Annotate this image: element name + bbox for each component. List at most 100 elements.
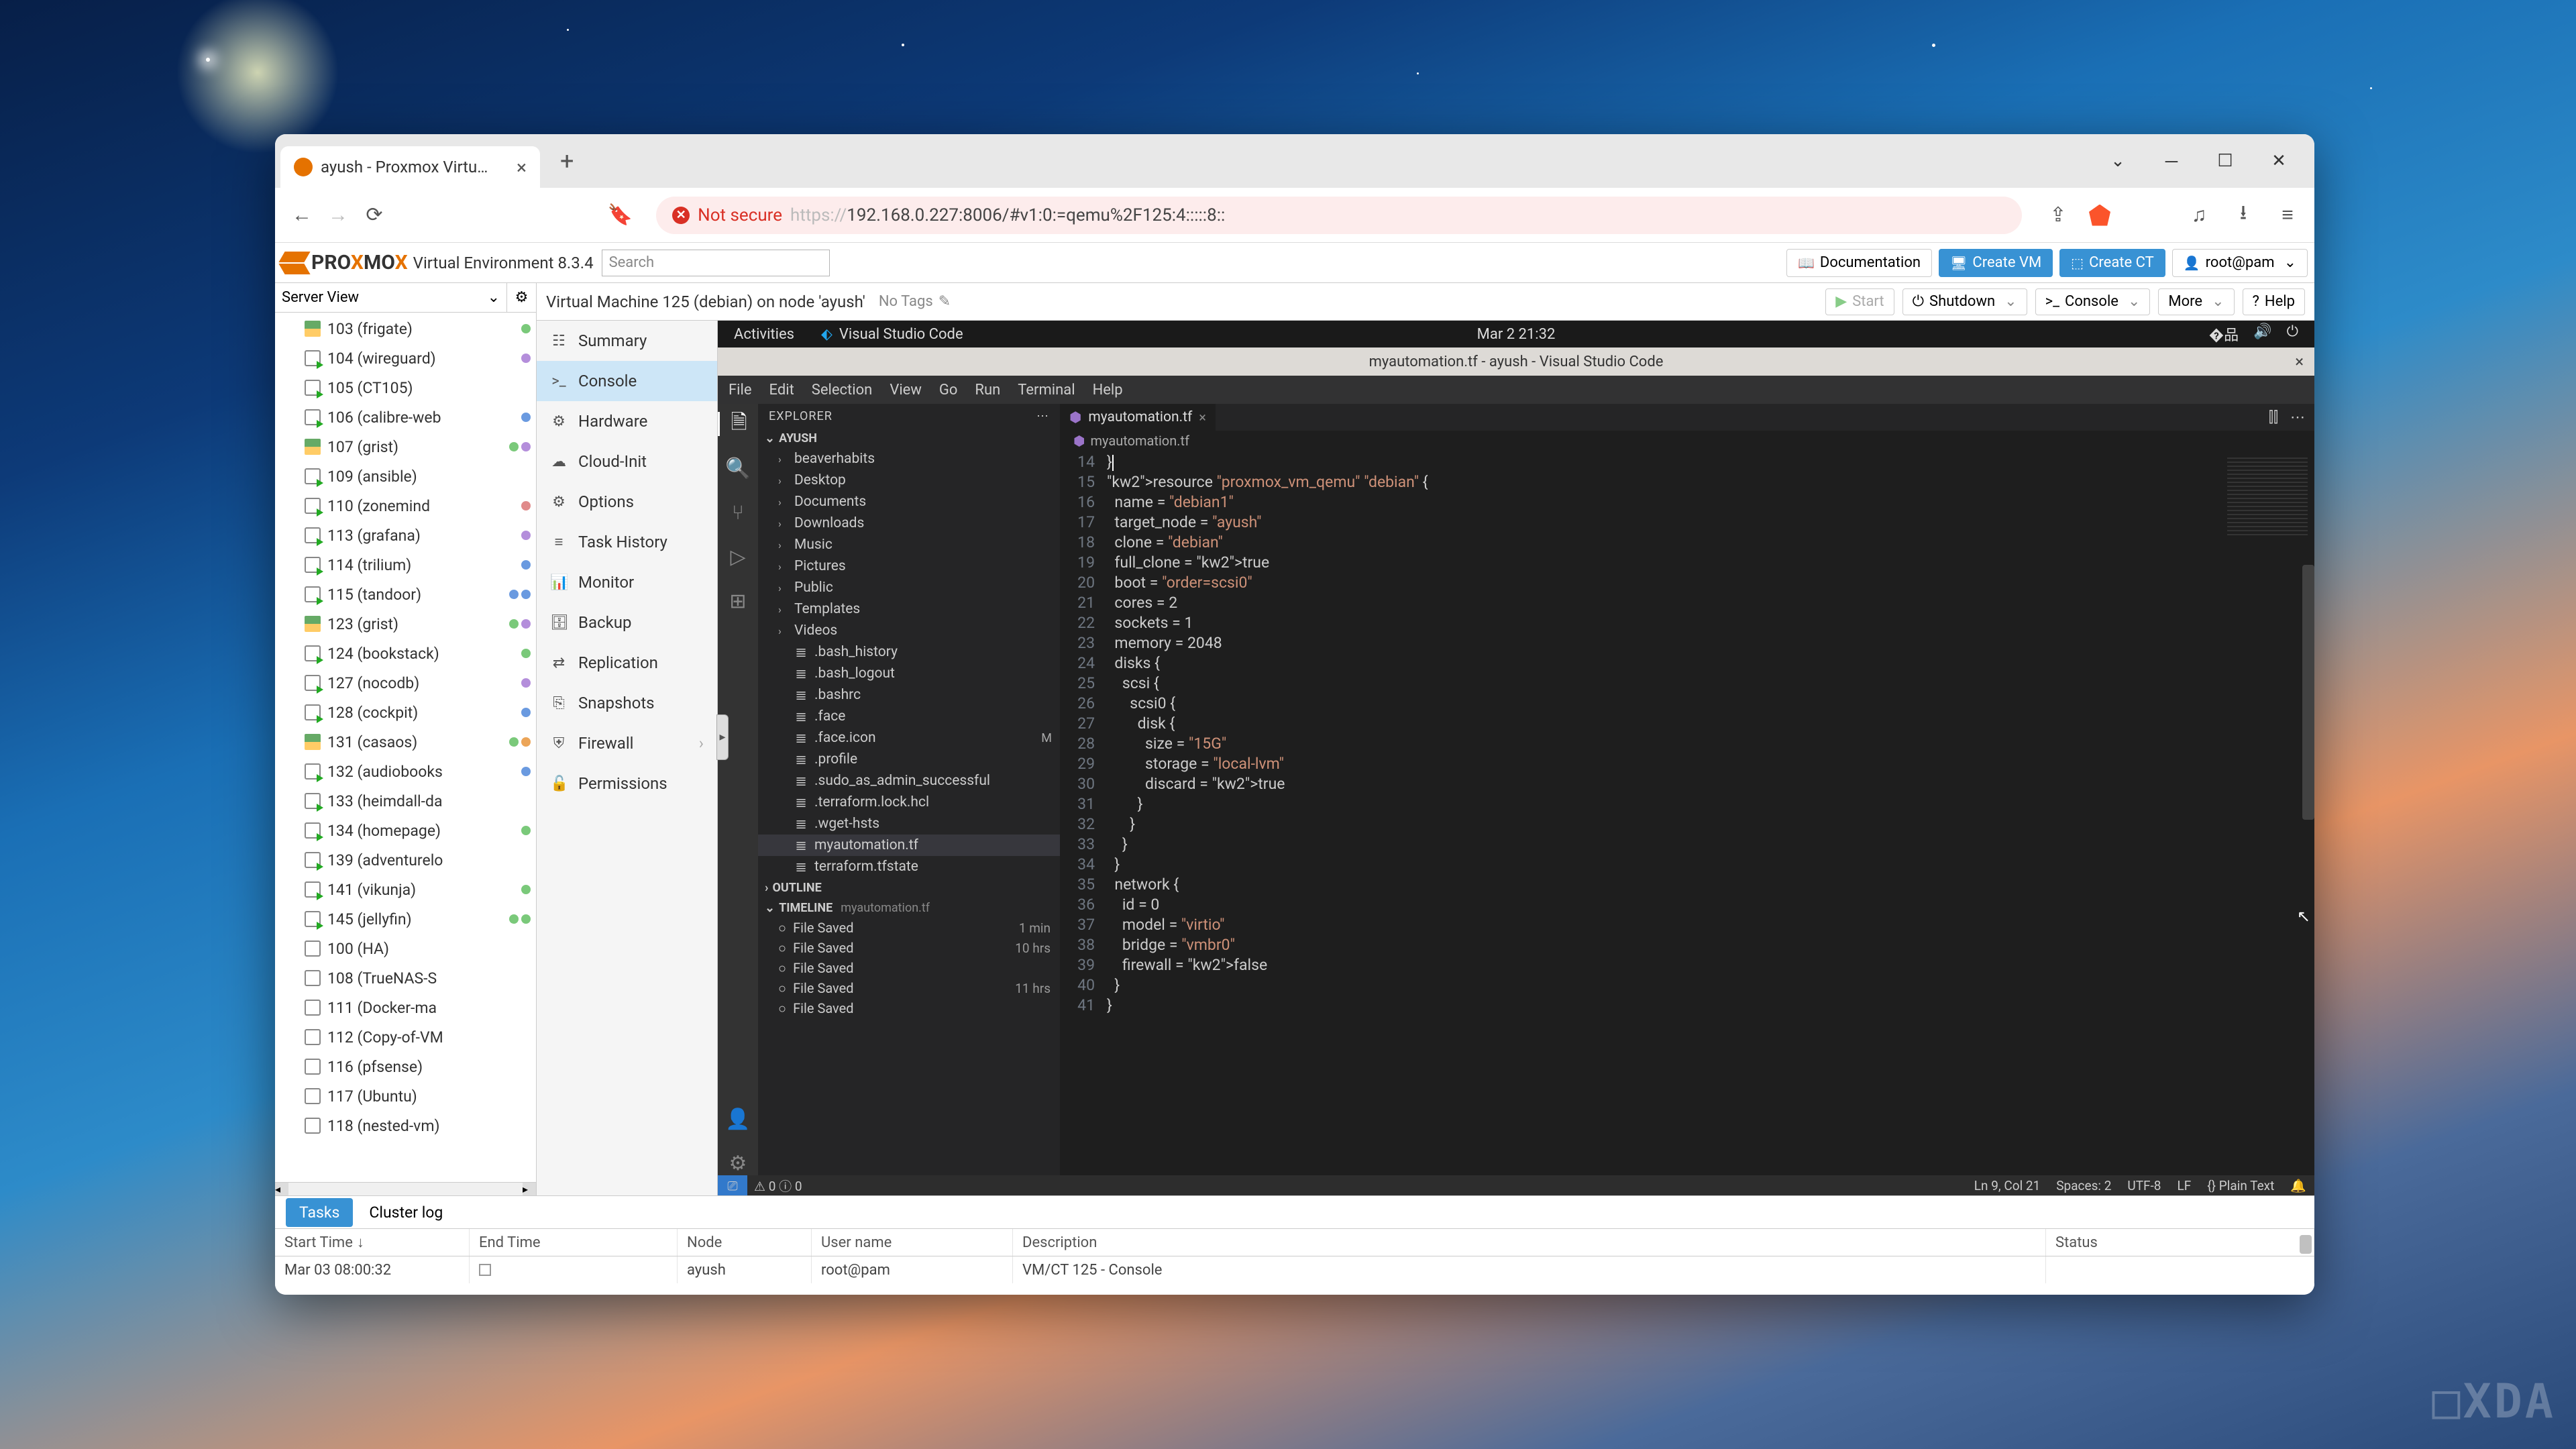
task-row[interactable]: Mar 03 08:00:32 ayush root@pam VM/CT 125… bbox=[275, 1256, 2314, 1283]
menu-replication[interactable]: ⇄Replication bbox=[537, 643, 717, 683]
bookmark-icon[interactable]: 🔖 bbox=[606, 202, 633, 229]
tree-item-133[interactable]: 133 (heimdall-da bbox=[275, 786, 536, 816]
folder-item[interactable]: ›beaverhabits bbox=[758, 448, 1060, 470]
timeline-item[interactable]: ○File Saved bbox=[758, 958, 1060, 978]
file-item[interactable]: ≣.wget-hsts bbox=[758, 813, 1060, 835]
folder-item[interactable]: ›Downloads bbox=[758, 513, 1060, 534]
url-input[interactable]: ✕ Not secure https://192.168.0.227:8006/… bbox=[656, 197, 2022, 234]
tree-item-111[interactable]: 111 (Docker-ma bbox=[275, 993, 536, 1022]
file-item[interactable]: ≣.face bbox=[758, 706, 1060, 727]
volume-icon[interactable]: 🔊 bbox=[2253, 323, 2271, 345]
folder-item[interactable]: ›Music bbox=[758, 534, 1060, 555]
timeline-item[interactable]: ○File Saved1 min bbox=[758, 918, 1060, 938]
outline-header[interactable]: ›OUTLINE bbox=[758, 877, 1060, 898]
shutdown-button[interactable]: ⏻Shutdown⌄ bbox=[1902, 288, 2027, 315]
cluster-log-tab[interactable]: Cluster log bbox=[356, 1198, 456, 1227]
cursor-pos[interactable]: Ln 9, Col 21 bbox=[1974, 1178, 2040, 1193]
explorer-icon[interactable]: 🗎 bbox=[718, 412, 758, 436]
tree-item-105[interactable]: 105 (CT105) bbox=[275, 373, 536, 402]
encoding-status[interactable]: UTF-8 bbox=[2127, 1178, 2161, 1193]
tree-item-134[interactable]: 134 (homepage) bbox=[275, 816, 536, 845]
eol-status[interactable]: LF bbox=[2177, 1178, 2191, 1193]
folder-item[interactable]: ›Pictures bbox=[758, 555, 1060, 577]
tasks-tab[interactable]: Tasks bbox=[286, 1198, 353, 1227]
timeline-item[interactable]: ○File Saved bbox=[758, 998, 1060, 1018]
close-tab-icon[interactable]: × bbox=[1199, 409, 1206, 425]
file-item[interactable]: ≣terraform.tfstate bbox=[758, 856, 1060, 877]
folder-item[interactable]: ›Public bbox=[758, 577, 1060, 598]
source-control-icon[interactable]: ⑂ bbox=[726, 500, 750, 525]
tree-item-112[interactable]: 112 (Copy-of-VM bbox=[275, 1022, 536, 1052]
tree-item-139[interactable]: 139 (adventurelo bbox=[275, 845, 536, 875]
menu-go[interactable]: Go bbox=[939, 382, 958, 398]
start-button[interactable]: ▶Start bbox=[1825, 288, 1894, 315]
menu-terminal[interactable]: Terminal bbox=[1018, 382, 1075, 398]
dropdown-icon[interactable]: ⌄ bbox=[2108, 151, 2128, 171]
resource-tree[interactable]: 103 (frigate)104 (wireguard)105 (CT105)1… bbox=[275, 313, 536, 1182]
tree-item-128[interactable]: 128 (cockpit) bbox=[275, 698, 536, 727]
debug-icon[interactable]: ▷ bbox=[726, 545, 750, 569]
folder-item[interactable]: ›Documents bbox=[758, 491, 1060, 513]
music-icon[interactable]: ♫ bbox=[2186, 202, 2212, 229]
file-item[interactable]: ≣.bash_logout bbox=[758, 663, 1060, 684]
tree-item-123[interactable]: 123 (grist) bbox=[275, 609, 536, 639]
file-item[interactable]: ≣.terraform.lock.hcl bbox=[758, 792, 1060, 813]
menu-firewall[interactable]: ⛨Firewall› bbox=[537, 723, 717, 763]
view-selector[interactable]: Server View⌄ bbox=[275, 283, 506, 312]
reload-icon[interactable]: ⟳ bbox=[361, 202, 388, 229]
tree-item-127[interactable]: 127 (nocodb) bbox=[275, 668, 536, 698]
tree-item-113[interactable]: 113 (grafana) bbox=[275, 521, 536, 550]
menu-console[interactable]: >_Console bbox=[537, 361, 717, 401]
expand-handle[interactable]: ▸ bbox=[716, 714, 729, 760]
editor[interactable]: ⬢myautomation.tf× ⫿⫿⋯ ⬢myautomation.tf 1… bbox=[1060, 404, 2314, 1175]
menu-help[interactable]: Help bbox=[1093, 382, 1123, 398]
menu-hardware[interactable]: ⚙Hardware bbox=[537, 401, 717, 441]
tree-item-118[interactable]: 118 (nested-vm) bbox=[275, 1111, 536, 1140]
tree-item-108[interactable]: 108 (TrueNAS-S bbox=[275, 963, 536, 993]
current-app[interactable]: ⬖Visual Studio Code bbox=[821, 326, 963, 343]
activities-button[interactable]: Activities bbox=[734, 326, 794, 343]
brave-shield-icon[interactable] bbox=[2089, 205, 2110, 226]
file-item[interactable]: ≣.profile bbox=[758, 749, 1060, 770]
menu-options[interactable]: ⚙Options bbox=[537, 482, 717, 522]
tree-item-106[interactable]: 106 (calibre-web bbox=[275, 402, 536, 432]
menu-cloud-init[interactable]: ☁Cloud-Init bbox=[537, 441, 717, 482]
tree-item-114[interactable]: 114 (trilium) bbox=[275, 550, 536, 580]
menu-selection[interactable]: Selection bbox=[812, 382, 873, 398]
user-button[interactable]: 👤root@pam⌄ bbox=[2172, 249, 2308, 277]
tree-item-103[interactable]: 103 (frigate) bbox=[275, 314, 536, 343]
file-item[interactable]: ≣myautomation.tf bbox=[758, 835, 1060, 856]
tree-item-107[interactable]: 107 (grist) bbox=[275, 432, 536, 462]
remote-indicator[interactable]: ⎚ bbox=[718, 1175, 747, 1195]
folder-item[interactable]: ›Desktop bbox=[758, 470, 1060, 491]
account-icon[interactable]: 👤 bbox=[726, 1107, 750, 1131]
workspace-header[interactable]: ⌄AYUSH bbox=[758, 428, 1060, 448]
search-input[interactable]: Search bbox=[602, 250, 830, 276]
file-item[interactable]: ≣.face.iconM bbox=[758, 727, 1060, 749]
network-icon[interactable]: �品 bbox=[2209, 323, 2239, 345]
tree-item-116[interactable]: 116 (pfsense) bbox=[275, 1052, 536, 1081]
menu-task-history[interactable]: ≡Task History bbox=[537, 522, 717, 562]
more-button[interactable]: More⌄ bbox=[2158, 288, 2234, 315]
menu-permissions[interactable]: 🔓Permissions bbox=[537, 763, 717, 804]
help-button[interactable]: ?Help bbox=[2243, 288, 2305, 315]
new-tab-button[interactable]: + bbox=[560, 147, 574, 175]
share-icon[interactable]: ⇪ bbox=[2045, 202, 2072, 229]
browser-tab[interactable]: ayush - Proxmox Virtual Enviro × bbox=[280, 146, 540, 188]
menu-file[interactable]: File bbox=[729, 382, 752, 398]
indent-status[interactable]: Spaces: 2 bbox=[2056, 1178, 2111, 1193]
problems-indicator[interactable]: ⚠ 0 ⓘ 0 bbox=[754, 1177, 802, 1195]
tree-item-109[interactable]: 109 (ansible) bbox=[275, 462, 536, 491]
maximize-icon[interactable]: ☐ bbox=[2215, 151, 2235, 171]
tree-item-131[interactable]: 131 (casaos) bbox=[275, 727, 536, 757]
menu-backup[interactable]: 🗄Backup bbox=[537, 602, 717, 643]
search-icon[interactable]: 🔍 bbox=[726, 456, 750, 480]
tree-item-110[interactable]: 110 (zonemind bbox=[275, 491, 536, 521]
editor-scrollbar[interactable] bbox=[2302, 565, 2314, 820]
file-item[interactable]: ≣.bashrc bbox=[758, 684, 1060, 706]
settings-icon[interactable]: ⚙ bbox=[726, 1151, 750, 1175]
window-close-icon[interactable]: × bbox=[2295, 352, 2304, 371]
menu-monitor[interactable]: 📊Monitor bbox=[537, 562, 717, 602]
breadcrumb[interactable]: ⬢myautomation.tf bbox=[1060, 431, 2314, 451]
menu-snapshots[interactable]: ⎘Snapshots bbox=[537, 683, 717, 723]
